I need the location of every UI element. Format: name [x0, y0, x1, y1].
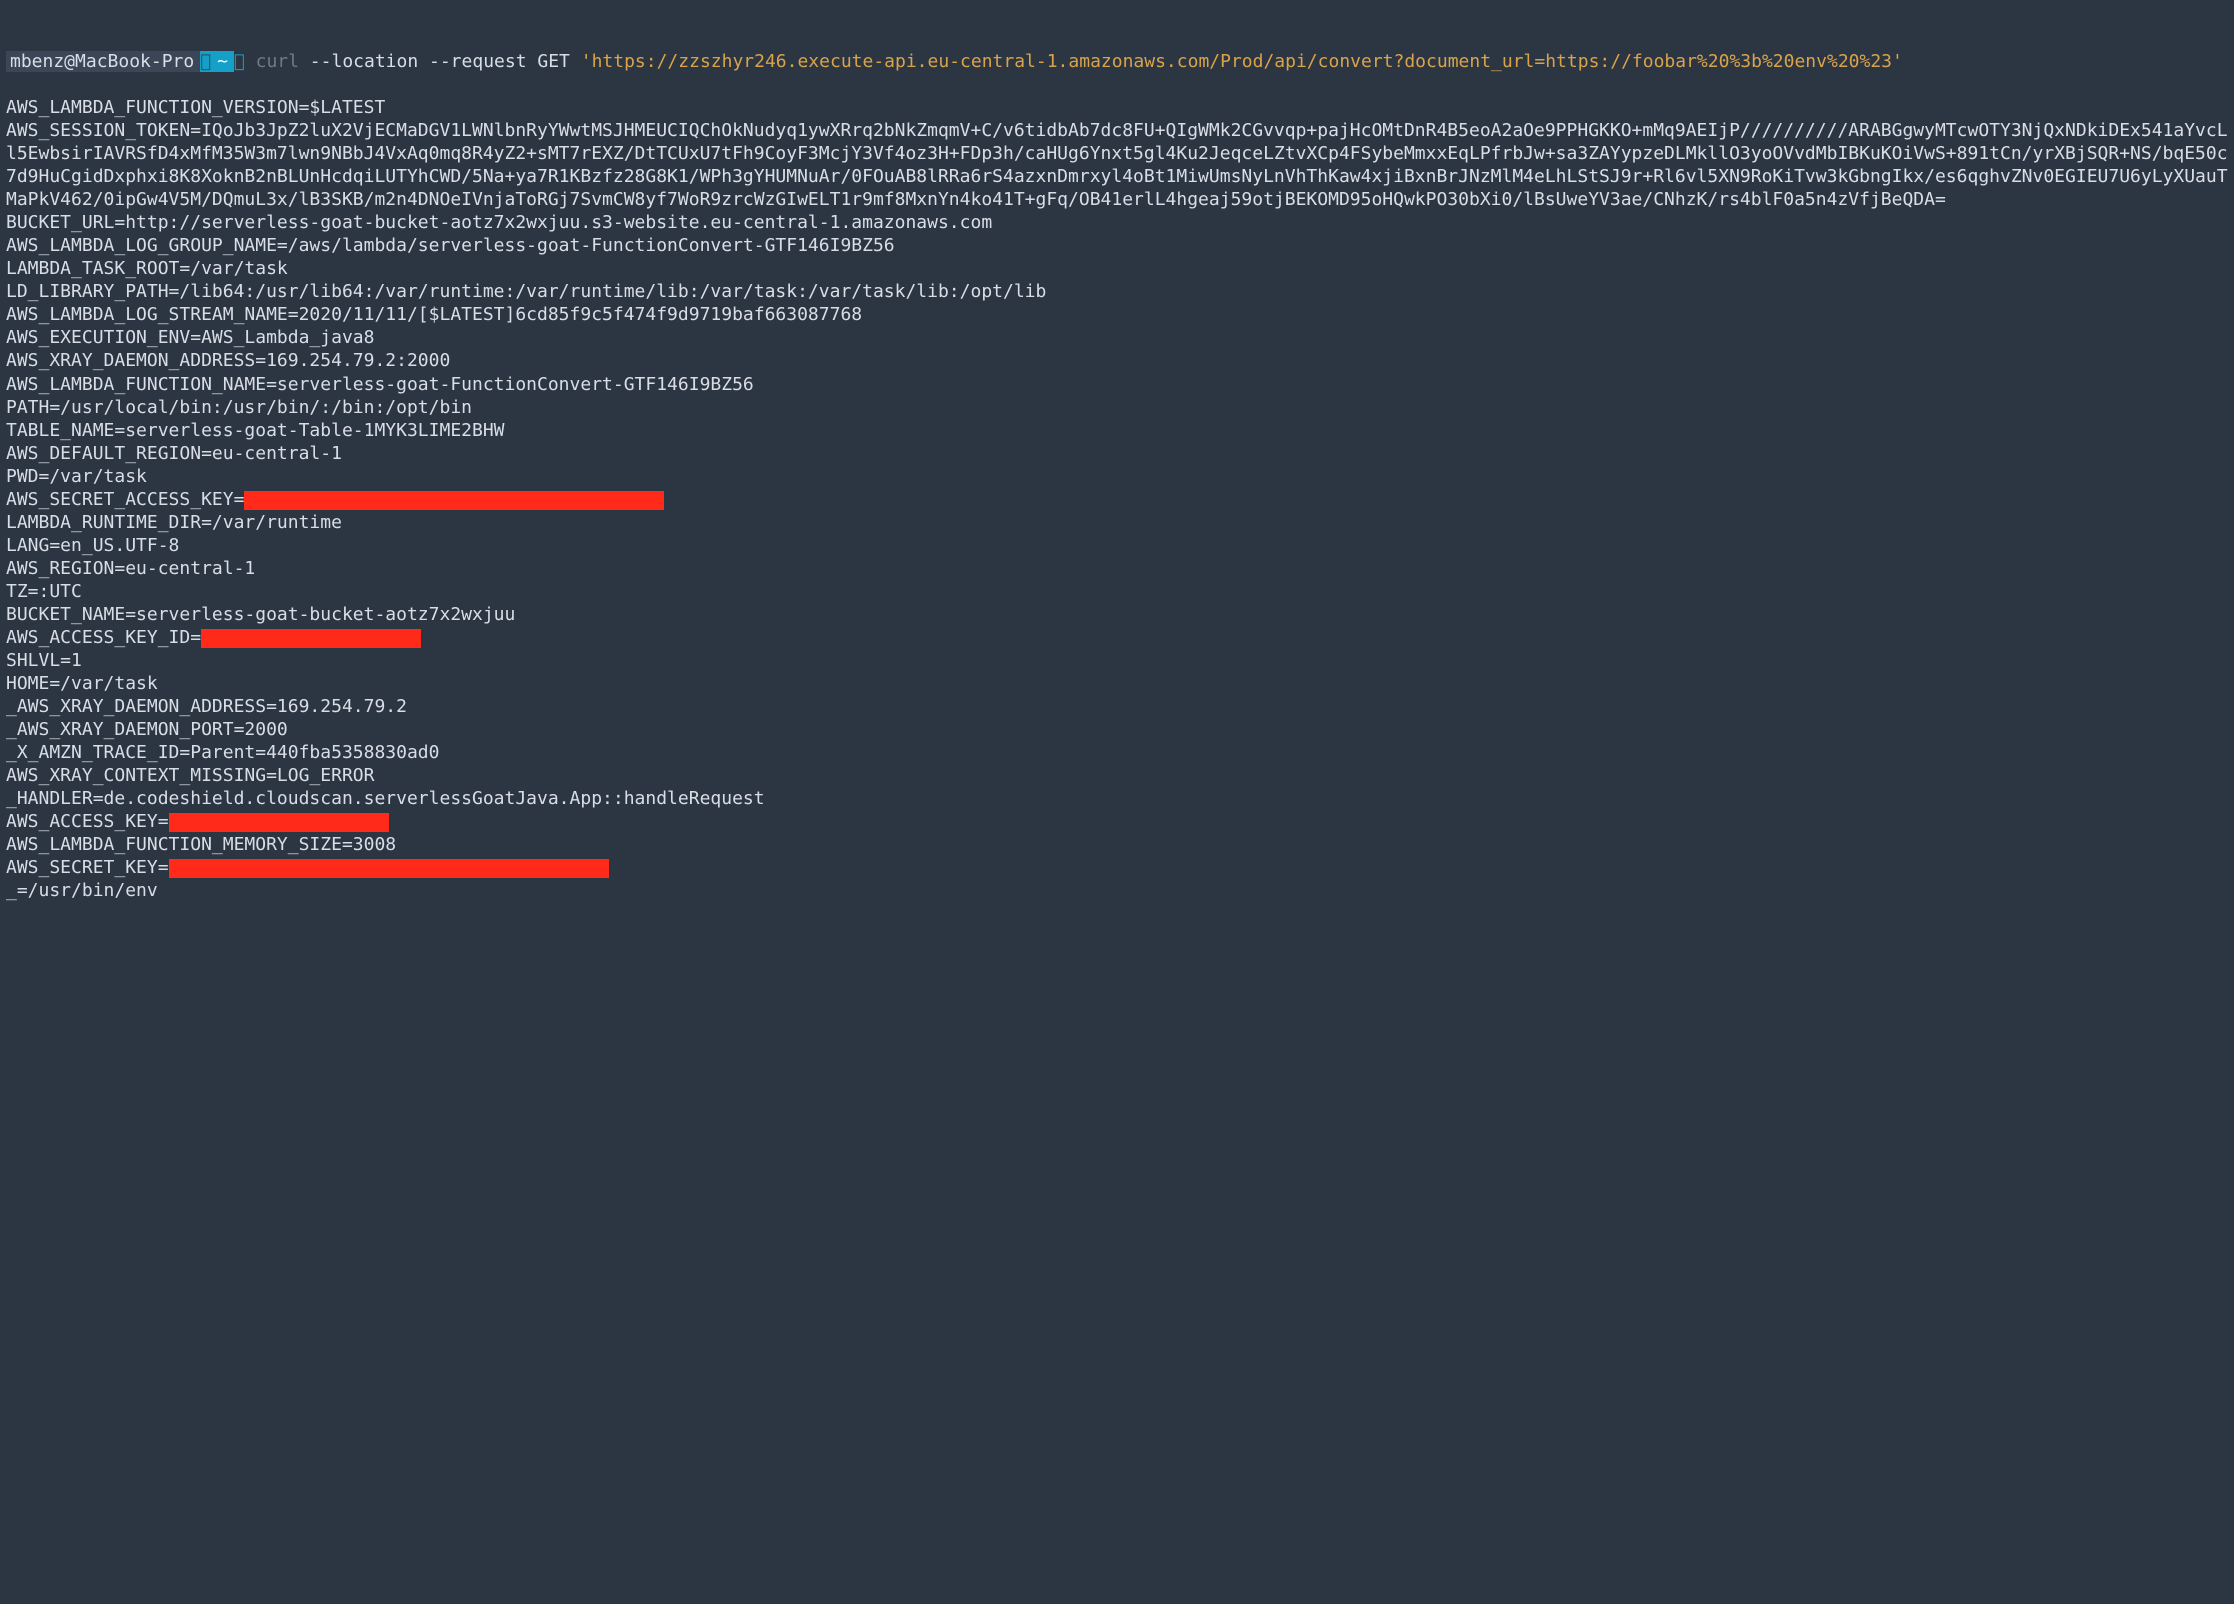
- output-line: AWS_LAMBDA_FUNCTION_NAME=serverless-goat…: [6, 374, 754, 395]
- output-line: LANG=en_US.UTF-8: [6, 535, 179, 556]
- output-line: PATH=/usr/local/bin:/usr/bin/:/bin:/opt/…: [6, 397, 472, 418]
- output-line: LD_LIBRARY_PATH=/lib64:/usr/lib64:/var/r…: [6, 281, 1046, 302]
- redacted-block: [169, 859, 609, 878]
- command-output: AWS_LAMBDA_FUNCTION_VERSION=$LATEST AWS_…: [6, 97, 2228, 901]
- output-line: AWS_SECRET_KEY=: [6, 857, 609, 878]
- output-line: _HANDLER=de.codeshield.cloudscan.serverl…: [6, 788, 765, 809]
- redacted-block: [244, 491, 664, 510]
- terminal[interactable]: mbenz@MacBook-Pro~ curl --location --r…: [0, 0, 2234, 910]
- output-line: AWS_XRAY_DAEMON_ADDRESS=169.254.79.2:200…: [6, 350, 450, 371]
- output-line: HOME=/var/task: [6, 673, 158, 694]
- output-line: _X_AMZN_TRACE_ID=Parent=440fba5358830ad0: [6, 742, 439, 763]
- redacted-block: [201, 629, 421, 648]
- output-line: AWS_SESSION_TOKEN=IQoJb3JpZ2luX2VjECMaDG…: [6, 120, 2228, 210]
- output-line: TABLE_NAME=serverless-goat-Table-1MYK3LI…: [6, 420, 505, 441]
- output-line: AWS_LAMBDA_LOG_GROUP_NAME=/aws/lambda/se…: [6, 235, 895, 256]
- output-line: BUCKET_NAME=serverless-goat-bucket-aotz7…: [6, 604, 515, 625]
- output-line: _AWS_XRAY_DAEMON_ADDRESS=169.254.79.2: [6, 696, 407, 717]
- output-line: LAMBDA_TASK_ROOT=/var/task: [6, 258, 288, 279]
- output-line: LAMBDA_RUNTIME_DIR=/var/runtime: [6, 512, 342, 533]
- output-line: TZ=:UTC: [6, 581, 82, 602]
- output-line: AWS_SECRET_ACCESS_KEY=: [6, 489, 664, 510]
- output-line: AWS_XRAY_CONTEXT_MISSING=LOG_ERROR: [6, 765, 374, 786]
- output-line: AWS_LAMBDA_FUNCTION_VERSION=$LATEST: [6, 97, 385, 118]
- prompt-user: mbenz@MacBook-Pro: [6, 51, 200, 72]
- output-line: AWS_EXECUTION_ENV=AWS_Lambda_java8: [6, 327, 374, 348]
- command-args: --location --request GET: [299, 51, 581, 72]
- output-line: AWS_REGION=eu-central-1: [6, 558, 255, 579]
- command-curl: curl: [256, 51, 299, 72]
- output-line: AWS_LAMBDA_LOG_STREAM_NAME=2020/11/11/[$…: [6, 304, 862, 325]
- output-line: AWS_DEFAULT_REGION=eu-central-1: [6, 443, 342, 464]
- output-line: SHLVL=1: [6, 650, 82, 671]
- prompt-sep-2: : [234, 51, 245, 72]
- output-line: _AWS_XRAY_DAEMON_PORT=2000: [6, 719, 288, 740]
- output-line: _=/usr/bin/env: [6, 880, 158, 901]
- redacted-block: [169, 813, 389, 832]
- output-line: BUCKET_URL=http://serverless-goat-bucket…: [6, 212, 992, 233]
- command-url: 'https://zzszhyr246.execute-api.eu-centr…: [581, 51, 1903, 72]
- output-line: PWD=/var/task: [6, 466, 147, 487]
- output-line: AWS_LAMBDA_FUNCTION_MEMORY_SIZE=3008: [6, 834, 396, 855]
- prompt-path: ~: [211, 51, 234, 72]
- output-line: AWS_ACCESS_KEY=: [6, 811, 389, 832]
- prompt-sep-1: : [200, 51, 211, 72]
- prompt-line: mbenz@MacBook-Pro~ curl --location --r…: [6, 50, 2228, 73]
- output-line: AWS_ACCESS_KEY_ID=: [6, 627, 421, 648]
